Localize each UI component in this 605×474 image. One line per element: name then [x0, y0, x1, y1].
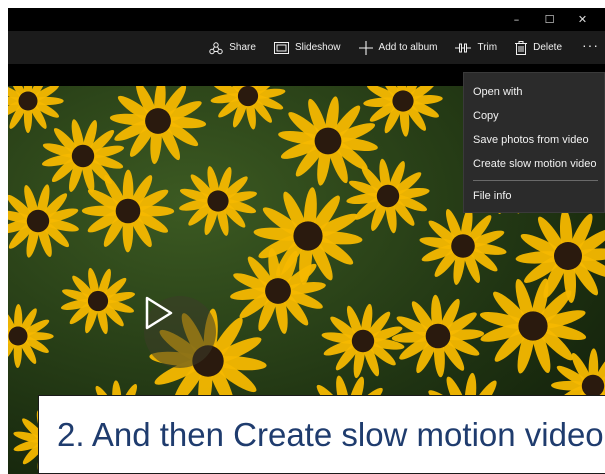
flower: [230, 248, 326, 334]
slideshow-label: Slideshow: [294, 42, 341, 53]
delete-label: Delete: [533, 42, 562, 53]
photo-toolbar: Share Slideshow Add to album Trim Delete…: [8, 31, 605, 64]
menu-divider: [473, 180, 598, 181]
share-button[interactable]: Share: [209, 41, 256, 55]
flower: [8, 304, 54, 368]
flower: [60, 267, 136, 335]
flower: [321, 303, 405, 379]
flower: [81, 169, 175, 253]
flower: [479, 278, 587, 374]
delete-button[interactable]: Delete: [515, 40, 562, 55]
maximize-button[interactable]: ☐: [533, 8, 566, 31]
add-to-album-button[interactable]: Add to album: [358, 40, 438, 55]
menu-item-copy[interactable]: Copy: [464, 104, 604, 128]
share-icon: [209, 41, 223, 54]
flower: [346, 158, 430, 234]
more-options-menu: Open with Copy Save photos from video Cr…: [463, 72, 605, 213]
flower: [515, 209, 605, 303]
trim-label: Trim: [477, 42, 498, 53]
add-to-album-label: Add to album: [378, 42, 438, 53]
flower: [210, 86, 286, 130]
menu-item-open-with[interactable]: Open with: [464, 80, 604, 104]
slideshow-icon: [273, 41, 289, 54]
close-button[interactable]: ✕: [566, 8, 599, 31]
flower: [363, 86, 443, 137]
plus-icon: [358, 40, 373, 55]
flower: [8, 184, 79, 258]
play-icon: [145, 296, 173, 330]
flower: [419, 207, 507, 285]
share-label: Share: [229, 42, 256, 53]
tutorial-caption: 2. And then Create slow motion video: [38, 395, 605, 474]
trim-button[interactable]: Trim: [455, 42, 497, 53]
play-button[interactable]: [144, 296, 216, 368]
flower: [179, 166, 257, 236]
trim-icon: [455, 43, 472, 52]
slideshow-button[interactable]: Slideshow: [273, 41, 341, 54]
title-bar: – ☐ ✕: [8, 8, 605, 31]
menu-item-create-slow-motion-video[interactable]: Create slow motion video: [464, 152, 604, 176]
menu-item-file-info[interactable]: File info: [464, 184, 604, 208]
flower: [8, 86, 64, 133]
flower: [391, 294, 485, 378]
trash-icon: [515, 40, 528, 55]
minimize-button[interactable]: –: [500, 8, 533, 31]
menu-item-save-photos-from-video[interactable]: Save photos from video: [464, 128, 604, 152]
more-options-button[interactable]: ···: [582, 37, 599, 59]
flower: [109, 86, 207, 165]
caption-text: 2. And then Create slow motion video: [57, 415, 604, 453]
